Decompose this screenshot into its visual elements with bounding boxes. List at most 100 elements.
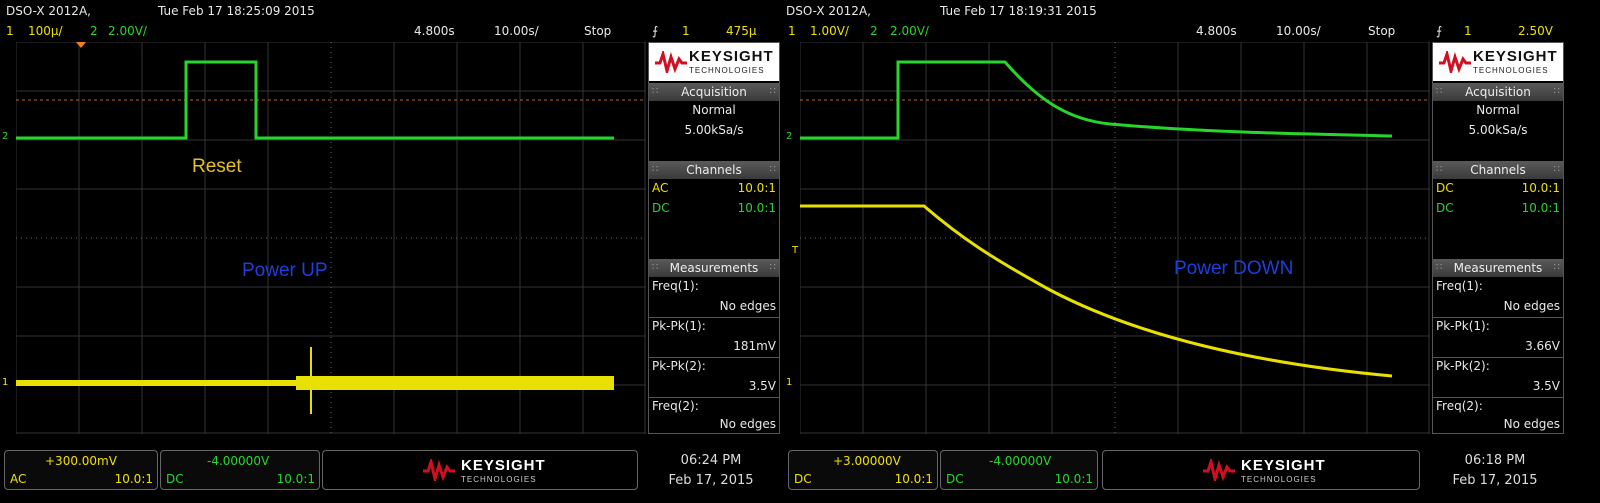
ch2-settings-box[interactable]: -4.00000V DC 10.0:1: [940, 450, 1098, 490]
measurements-header[interactable]: ∷ Measurements ∷: [1433, 259, 1563, 277]
ch1-number[interactable]: 1: [6, 24, 14, 38]
model-name: DSO-X 2012A,: [6, 4, 91, 18]
trigger-channel[interactable]: 1: [1464, 24, 1472, 38]
bottom-logo-box: KEYSIGHT TECHNOLOGIES: [322, 450, 638, 490]
acquisition-header[interactable]: ∷ Acquisition ∷: [649, 83, 779, 101]
keysight-wave-icon: [655, 51, 687, 73]
grip-icon: ∷: [769, 86, 776, 97]
grip-icon: ∷: [652, 262, 659, 273]
ch1-ground-marker[interactable]: 1: [2, 377, 8, 388]
ch1-number[interactable]: 1: [788, 24, 796, 38]
ch2-ground-marker[interactable]: 2: [2, 131, 8, 142]
trigger-edge-icon[interactable]: ⨍: [1436, 24, 1442, 38]
clock-time: 06:24 PM: [680, 453, 742, 468]
meas-3-label: Pk-Pk(2):: [1436, 359, 1490, 373]
time-scale[interactable]: 10.00s/: [1276, 24, 1321, 38]
meas-1-value: No edges: [719, 299, 776, 313]
bottom-bar: +3.00000V DC 10.0:1 -4.00000V DC 10.0:1 …: [784, 440, 1568, 503]
divider: [649, 397, 779, 398]
trigger-channel[interactable]: 1: [682, 24, 690, 38]
waveform-display: [800, 42, 1430, 434]
brand-subtitle: TECHNOLOGIES: [1473, 66, 1549, 75]
channels-header[interactable]: ∷ Channels ∷: [1433, 161, 1563, 179]
time-scale[interactable]: 10.00s/: [494, 24, 539, 38]
keysight-wave-icon: [1439, 51, 1471, 73]
meas-3-label: Pk-Pk(2):: [652, 359, 706, 373]
ch1-settings-box[interactable]: +300.00mV AC 10.0:1: [4, 450, 158, 490]
ch1-scale[interactable]: 1.00V/: [810, 24, 849, 38]
bottom-brand-subtitle: TECHNOLOGIES: [461, 475, 537, 484]
ch2-scale[interactable]: 2.00V/: [108, 24, 147, 38]
ch1-trace-quiet: [16, 380, 296, 386]
divider: [1433, 317, 1563, 318]
brand-name: KEYSIGHT: [689, 48, 774, 65]
reset-label: Reset: [192, 156, 242, 177]
brand-subtitle: TECHNOLOGIES: [689, 66, 765, 75]
ch1-offset: +300.00mV: [45, 454, 117, 468]
acquisition-mode: Normal: [692, 103, 736, 117]
side-panel: KEYSIGHT TECHNOLOGIES ∷ Acquisition ∷ Norm…: [648, 42, 780, 434]
meas-2-value: 3.66V: [1525, 339, 1560, 353]
trigger-edge-icon[interactable]: ⨍: [652, 24, 658, 38]
meas-4-label: Freq(2):: [652, 399, 699, 413]
run-state[interactable]: Stop: [584, 24, 611, 38]
trigger-marker[interactable]: T: [792, 245, 798, 256]
bottom-bar: +300.00mV AC 10.0:1 -4.00000V DC 10.0:1 …: [0, 440, 784, 503]
acquisition-header[interactable]: ∷ Acquisition ∷: [1433, 83, 1563, 101]
meas-4-value: No edges: [1503, 417, 1560, 431]
bottom-brand: KEYSIGHT: [461, 457, 546, 474]
meas-3-value: 3.5V: [1532, 379, 1560, 393]
ch2-ground-marker[interactable]: 2: [786, 131, 792, 142]
meas-2-label: Pk-Pk(1):: [652, 319, 706, 333]
ch1-power-trace: [800, 204, 1393, 378]
ch1-ground-marker[interactable]: 1: [786, 377, 792, 388]
sample-rate: 5.00kSa/s: [1468, 123, 1528, 137]
run-state[interactable]: Stop: [1368, 24, 1395, 38]
datetime: Tue Feb 17 18:19:31 2015: [940, 4, 1097, 18]
grip-icon: ∷: [652, 164, 659, 175]
ch2-coupling-bottom: DC: [946, 472, 964, 486]
time-position[interactable]: 4.800s: [1196, 24, 1237, 38]
ch2-coupling: DC: [1436, 201, 1454, 215]
waveform-grid[interactable]: Power DOWN: [800, 42, 1430, 434]
graticule-center: [800, 42, 1430, 434]
grip-icon: ∷: [1436, 164, 1443, 175]
channels-header[interactable]: ∷ Channels ∷: [649, 161, 779, 179]
ch2-settings-box[interactable]: -4.00000V DC 10.0:1: [160, 450, 320, 490]
ch2-reset-trace: [16, 60, 614, 140]
ch1-probe-bottom: 10.0:1: [114, 472, 153, 486]
grip-icon: ∷: [1436, 262, 1443, 273]
power-label: Power DOWN: [1174, 258, 1294, 279]
ch2-number[interactable]: 2: [90, 24, 98, 38]
ch1-coupling-bottom: AC: [10, 472, 27, 486]
ch2-scale[interactable]: 2.00V/: [890, 24, 929, 38]
trigger-level[interactable]: 475µ: [726, 24, 757, 38]
ch2-number[interactable]: 2: [870, 24, 878, 38]
waveform-grid[interactable]: Reset Power UP: [16, 42, 646, 434]
ch1-settings-box[interactable]: +3.00000V DC 10.0:1: [788, 450, 938, 490]
clock-time: 06:18 PM: [1464, 453, 1526, 468]
datetime: Tue Feb 17 18:25:09 2015: [158, 4, 315, 18]
divider: [1433, 357, 1563, 358]
grip-icon: ∷: [769, 164, 776, 175]
acquisition-mode: Normal: [1476, 103, 1520, 117]
meas-3-value: 3.5V: [748, 379, 776, 393]
grip-icon: ∷: [769, 262, 776, 273]
measurements-header[interactable]: ∷ Measurements ∷: [649, 259, 779, 277]
bottom-logo-box: KEYSIGHT TECHNOLOGIES: [1102, 450, 1420, 490]
grip-icon: ∷: [652, 86, 659, 97]
sample-rate: 5.00kSa/s: [684, 123, 744, 137]
time-position[interactable]: 4.800s: [414, 24, 455, 38]
ch2-coupling: DC: [652, 201, 670, 215]
trigger-level[interactable]: 2.50V: [1518, 24, 1553, 38]
model-name: DSO-X 2012A,: [786, 4, 871, 18]
clock-date: Feb 17, 2015: [1452, 473, 1538, 488]
ch1-probe-bottom: 10.0:1: [894, 472, 933, 486]
trigger-position-marker[interactable]: [76, 42, 86, 48]
title-bar: DSO-X 2012A, Tue Feb 17 18:25:09 2015: [0, 0, 784, 22]
waveform-display: [16, 42, 646, 434]
ch1-coupling: DC: [1436, 181, 1454, 195]
ch1-scale[interactable]: 100µ/: [28, 24, 63, 38]
ch2-coupling-bottom: DC: [166, 472, 184, 486]
ch1-trace-noise: [296, 376, 614, 390]
